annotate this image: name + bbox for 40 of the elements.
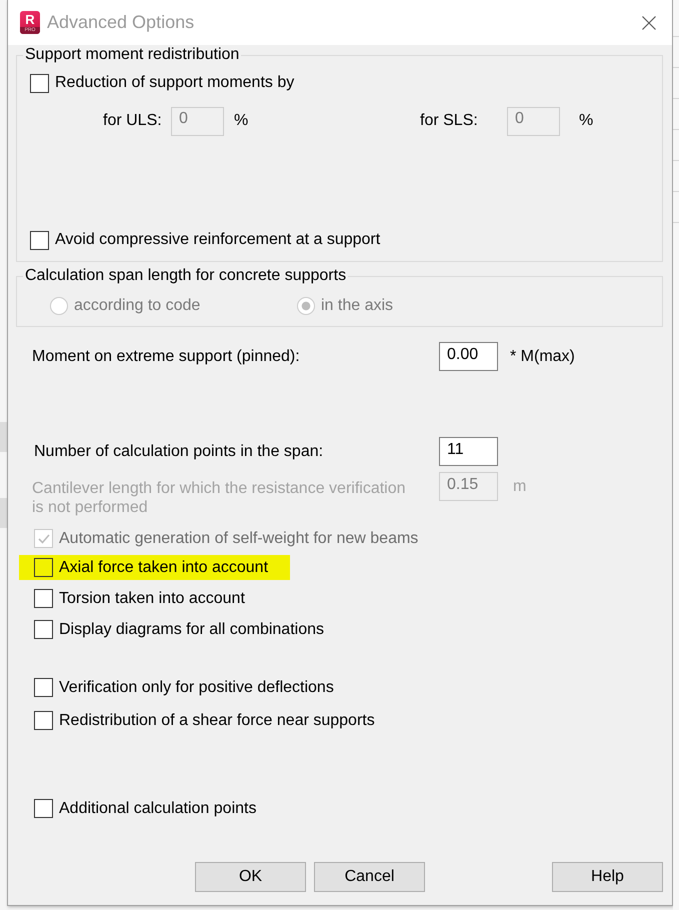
checkbox[interactable] bbox=[34, 558, 53, 577]
dialog-button[interactable]: OK bbox=[195, 862, 306, 892]
checkbox-label: Verification only for positive deflections bbox=[59, 678, 334, 696]
checkbox-label: Additional calculation points bbox=[59, 800, 256, 818]
checkbox-label: Avoid compressive reinforcement at a support bbox=[55, 231, 380, 249]
checkbox-label: Display diagrams for all combinations bbox=[59, 620, 324, 638]
group-title: Support moment redistribution bbox=[24, 47, 240, 63]
dialog-button[interactable]: Cancel bbox=[314, 862, 425, 892]
close-button[interactable] bbox=[642, 16, 656, 30]
checkbox-label: Redistribution of a shear force near supports bbox=[59, 712, 375, 730]
checkbox[interactable] bbox=[30, 74, 49, 92]
checkbox[interactable] bbox=[34, 711, 53, 730]
checkbox[interactable] bbox=[34, 589, 53, 608]
checkbox-label: Reduction of support moments by bbox=[55, 74, 294, 92]
checkbox-label: Automatic generation of self-weight for new beams bbox=[59, 530, 418, 548]
checkbox-label: Axial force taken into account bbox=[59, 558, 268, 576]
checkbox[interactable] bbox=[34, 620, 53, 639]
field-label: for ULS: bbox=[103, 112, 163, 130]
radio-label: in the axis bbox=[321, 297, 394, 315]
unit-label: % bbox=[234, 112, 248, 130]
unit-label: % bbox=[579, 112, 594, 130]
radio-label: according to code bbox=[74, 297, 200, 315]
checkbox[interactable] bbox=[34, 678, 53, 697]
field-label: for SLS: bbox=[420, 112, 479, 130]
dialog-button[interactable]: Help bbox=[552, 862, 663, 892]
checkbox[interactable] bbox=[30, 230, 49, 250]
unit-label: * M(max) bbox=[510, 348, 575, 366]
window-title: Advanced Options bbox=[47, 12, 194, 33]
unit-label: m bbox=[513, 478, 526, 496]
input-field[interactable]: 11 bbox=[439, 437, 498, 466]
logo-letter: R bbox=[25, 12, 35, 27]
field-label: Moment on extreme support (pinned): bbox=[32, 348, 301, 366]
field-label: Cantilever length for which the resistance verification is not performed bbox=[32, 479, 407, 517]
field-label: Number of calculation points in the span: bbox=[33, 442, 324, 460]
close-icon bbox=[642, 16, 656, 30]
checkbox-label: Torsion taken into account bbox=[59, 590, 245, 608]
checkbox[interactable] bbox=[34, 799, 53, 818]
input-field[interactable]: 0.00 bbox=[439, 342, 498, 371]
group-title: Calculation span length for concrete supports bbox=[24, 268, 348, 284]
checkmark-icon bbox=[38, 534, 50, 544]
